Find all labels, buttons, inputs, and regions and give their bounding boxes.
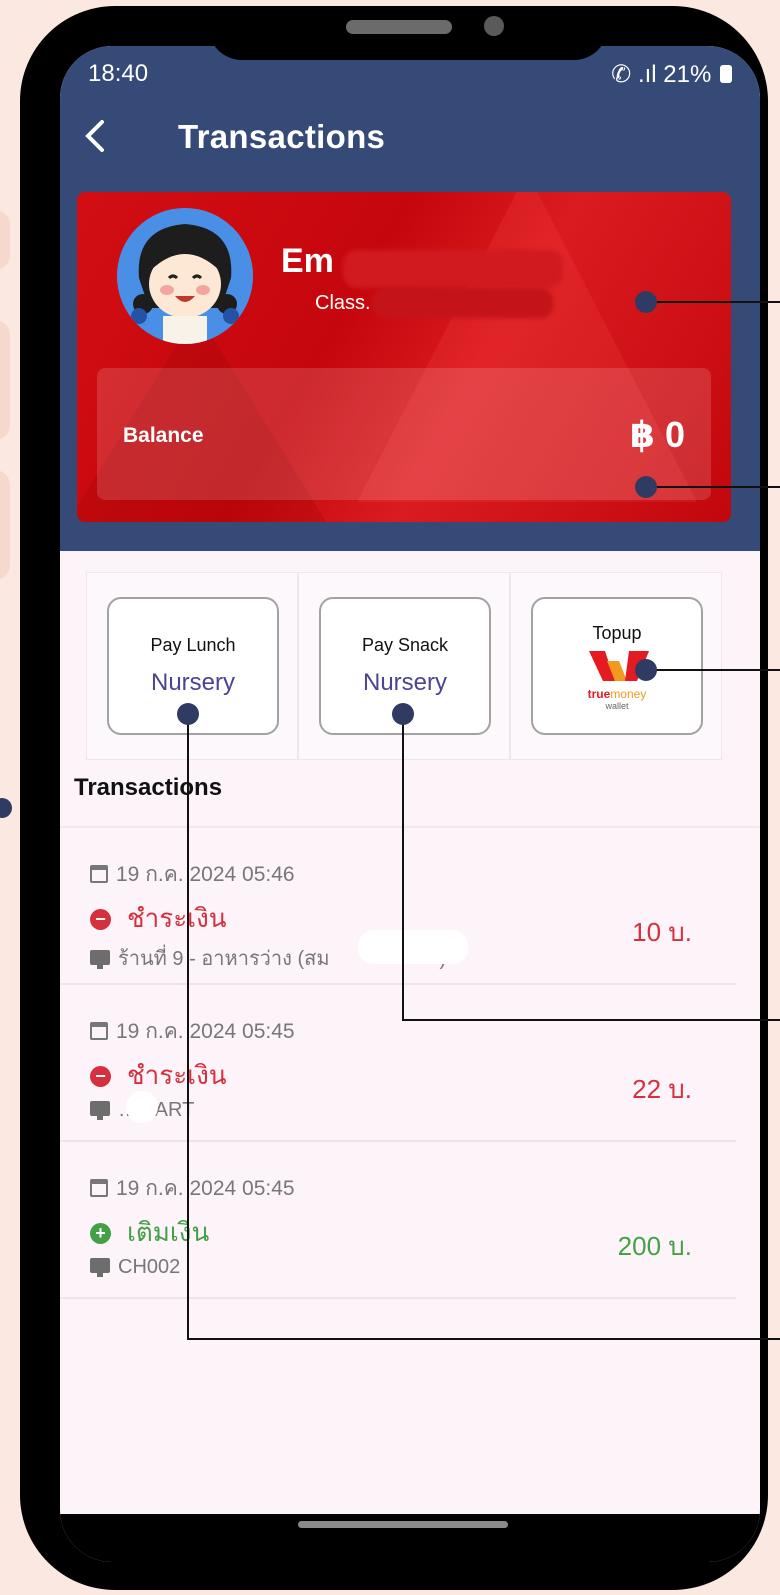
pay-snack-button[interactable]: Pay Snack Nursery (319, 597, 491, 735)
transaction-row[interactable]: 19 ก.ค. 2024 05:46 − ชำระเงิน ร้านที่ 9 -… (60, 828, 736, 985)
front-camera (484, 16, 504, 36)
message-icon (90, 950, 110, 969)
app-screen: 18:40 ✆ .ıl 21% Transactions Em Class. B… (60, 46, 760, 1562)
truemoney-wallet-text: wallet (605, 701, 629, 711)
calendar-icon (90, 1022, 108, 1040)
transaction-type: − ชำระเงิน (90, 898, 227, 939)
transactions-heading: Transactions (74, 774, 223, 801)
background-decor (0, 320, 10, 440)
action-sublabel: Nursery (362, 669, 447, 696)
callout-dot (0, 798, 12, 818)
plus-circle-icon: + (90, 1223, 111, 1244)
minus-circle-icon: − (90, 1066, 111, 1087)
truemoney-logo-icon (589, 651, 649, 681)
home-indicator[interactable] (298, 1521, 508, 1528)
transaction-amount: 22 บ. (632, 1074, 692, 1104)
minus-circle-icon: − (90, 909, 111, 930)
transaction-amount: 10 บ. (632, 917, 692, 947)
calendar-icon (90, 1179, 108, 1197)
avatar (117, 208, 253, 344)
transaction-list: 19 ก.ค. 2024 05:46 − ชำระเงิน ร้านที่ 9 -… (60, 826, 760, 1299)
balance-panel: Balance ฿ 0 (97, 368, 711, 500)
brand-money: money (610, 687, 647, 701)
transaction-date: 19 ก.ค. 2024 05:45 (90, 1015, 295, 1048)
background-decor (0, 210, 10, 270)
signal-icon: .ıl (637, 61, 657, 88)
battery-percent: 21% (663, 61, 712, 88)
transaction-row[interactable]: 19 ก.ค. 2024 05:45 + เติมเงิน CH002 200 บ… (60, 1142, 736, 1299)
app-bar: 18:40 ✆ .ıl 21% Transactions Em Class. B… (60, 46, 760, 551)
background-decor (0, 470, 10, 580)
transaction-type: + เติมเงิน (90, 1212, 209, 1253)
truemoney-text: truemoney (533, 687, 701, 701)
transaction-row[interactable]: 19 ก.ค. 2024 05:45 −ชำระเงิน …MART 22 บ. (60, 985, 736, 1142)
action-label: Topup (592, 623, 642, 643)
student-name: Em (281, 242, 334, 280)
student-avatar-image (117, 208, 253, 344)
battery-icon (720, 65, 732, 83)
action-label: Pay Snack (361, 635, 449, 655)
student-card: Em Class. Balance ฿ 0 (77, 192, 731, 522)
redaction-mask (358, 930, 468, 964)
transaction-note: CH002 (90, 1256, 180, 1279)
message-icon (90, 1101, 110, 1120)
action-cell: Topup truemoney wallet (510, 572, 722, 760)
topup-button[interactable]: Topup truemoney wallet (531, 597, 703, 735)
action-sublabel: Nursery (150, 669, 235, 696)
chevron-left-icon (85, 120, 104, 152)
camera-notch (208, 6, 608, 60)
action-label: Pay Lunch (150, 635, 236, 655)
redaction-mask (373, 288, 553, 318)
message-icon (90, 1258, 110, 1277)
brand-true: true (587, 687, 611, 701)
redaction-mask (126, 1091, 158, 1123)
pay-lunch-button[interactable]: Pay Lunch Nursery (107, 597, 279, 735)
wifi-call-icon: ✆ (611, 61, 632, 88)
action-cell: Pay Snack Nursery (298, 572, 510, 760)
transaction-type: − ชำระเงิน (90, 1055, 227, 1096)
redaction-mask (343, 250, 563, 288)
action-cell: Pay Lunch Nursery (86, 572, 298, 760)
action-bar: Pay Lunch Nursery Pay Snack Nursery Topu… (86, 572, 730, 760)
status-right: ✆ .ıl 21% (611, 60, 732, 89)
transaction-amount: 200 บ. (617, 1231, 692, 1261)
page-title: Transactions (178, 118, 386, 155)
balance-label: Balance (123, 424, 204, 447)
transaction-date: 19 ก.ค. 2024 05:45 (90, 1172, 295, 1205)
status-time: 18:40 (88, 60, 149, 87)
back-button[interactable] (80, 116, 120, 160)
speaker-grille (346, 20, 452, 34)
transaction-date: 19 ก.ค. 2024 05:46 (90, 858, 295, 891)
student-class: Class. (315, 292, 371, 314)
calendar-icon (90, 865, 108, 883)
balance-value: ฿ 0 (629, 414, 685, 455)
